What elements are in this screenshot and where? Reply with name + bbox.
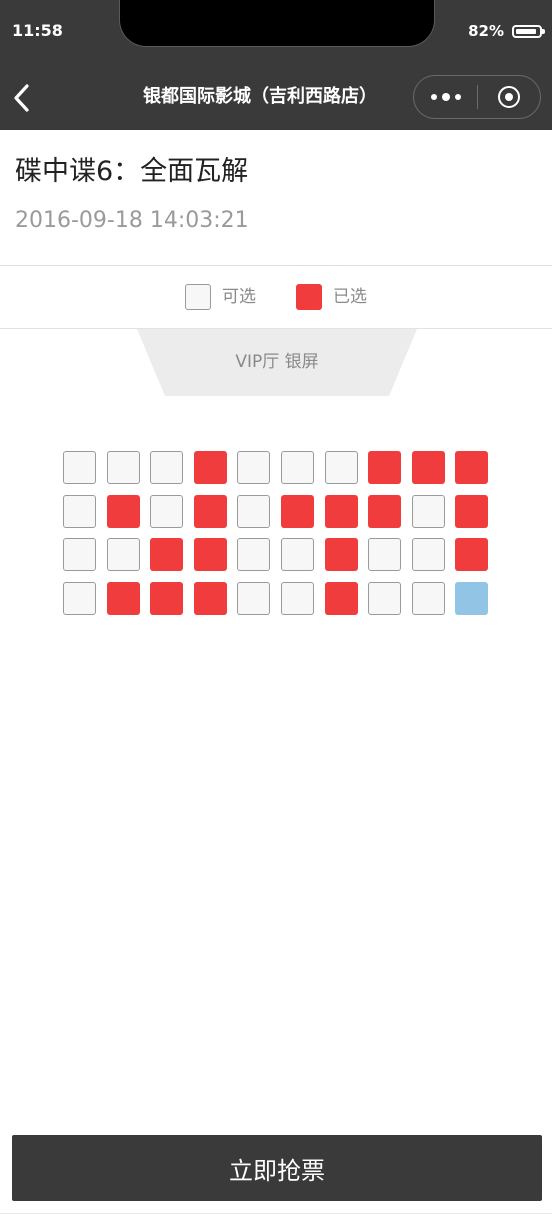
seat-available[interactable] — [368, 582, 401, 615]
seat-available[interactable] — [412, 495, 445, 528]
status-time: 11:58 — [12, 21, 63, 40]
seat-mine[interactable] — [455, 582, 488, 615]
seat-selected[interactable] — [325, 495, 358, 528]
back-button[interactable] — [6, 80, 36, 116]
movie-title: 碟中谍6：全面瓦解 — [15, 156, 249, 187]
seat-available[interactable] — [237, 582, 270, 615]
seat-selected[interactable] — [150, 538, 183, 571]
seat-available[interactable] — [237, 495, 270, 528]
seat-selected[interactable] — [150, 582, 183, 615]
seat-available[interactable] — [107, 451, 140, 484]
seat-selected[interactable] — [368, 451, 401, 484]
seat-available[interactable] — [150, 451, 183, 484]
seat-available[interactable] — [107, 538, 140, 571]
close-miniprogram-button[interactable] — [478, 76, 540, 118]
battery-icon — [512, 24, 545, 38]
seat-selected[interactable] — [368, 495, 401, 528]
seat-available[interactable] — [281, 451, 314, 484]
seat-available[interactable] — [281, 538, 314, 571]
seat-selected[interactable] — [107, 582, 140, 615]
seat-available[interactable] — [412, 582, 445, 615]
seat-selected[interactable] — [194, 582, 227, 615]
seat-legend: 可选 已选 — [0, 266, 552, 328]
device-notch — [120, 0, 434, 46]
legend-selected: 已选 — [296, 284, 367, 310]
status-indicators: 82% — [468, 20, 545, 42]
seat-available[interactable] — [150, 495, 183, 528]
seat-selected[interactable] — [281, 495, 314, 528]
seat-available[interactable] — [63, 538, 96, 571]
divider — [0, 328, 552, 329]
seat-selected[interactable] — [412, 451, 445, 484]
seat-selected[interactable] — [194, 538, 227, 571]
bottom-divider — [0, 1213, 552, 1214]
seat-available[interactable] — [237, 451, 270, 484]
seat-available[interactable] — [281, 582, 314, 615]
seat-available[interactable] — [325, 451, 358, 484]
legend-selected-label: 已选 — [333, 287, 367, 307]
app-root: 11:58 82% 银都国际影城（吉利西路店） 碟中谍6：全面瓦解 2016-0… — [0, 0, 552, 1216]
seat-selected[interactable] — [194, 451, 227, 484]
target-circle-icon — [498, 86, 520, 108]
seat-available[interactable] — [63, 451, 96, 484]
battery-percent: 82% — [468, 22, 504, 40]
seat-selected[interactable] — [455, 451, 488, 484]
seat-available[interactable] — [63, 582, 96, 615]
seat-available[interactable] — [368, 538, 401, 571]
more-dots-icon — [441, 93, 450, 101]
seat-selected[interactable] — [325, 582, 358, 615]
showtime: 2016-09-18 14:03:21 — [15, 208, 249, 233]
buy-ticket-button[interactable]: 立即抢票 — [12, 1135, 542, 1201]
cinema-screen: VIP厅 银屏 — [137, 329, 417, 396]
seat-selected[interactable] — [455, 538, 488, 571]
legend-available: 可选 — [185, 284, 256, 310]
seat-available[interactable] — [412, 538, 445, 571]
seat-selected[interactable] — [107, 495, 140, 528]
seat-selected[interactable] — [455, 495, 488, 528]
more-button[interactable] — [414, 76, 477, 118]
screen-label: VIP厅 银屏 — [235, 351, 319, 372]
selected-seat-icon — [296, 284, 322, 310]
menu-capsule — [413, 75, 541, 119]
seat-selected[interactable] — [325, 538, 358, 571]
available-seat-icon — [185, 284, 211, 310]
page-title: 银都国际影城（吉利西路店） — [143, 86, 377, 107]
seat-selected[interactable] — [194, 495, 227, 528]
more-dots-icon — [454, 94, 461, 100]
chevron-left-icon — [14, 84, 29, 112]
more-dots-icon — [430, 94, 437, 100]
seat-available[interactable] — [63, 495, 96, 528]
legend-available-label: 可选 — [222, 287, 256, 307]
seat-available[interactable] — [237, 538, 270, 571]
top-bar: 11:58 82% 银都国际影城（吉利西路店） — [0, 0, 552, 130]
